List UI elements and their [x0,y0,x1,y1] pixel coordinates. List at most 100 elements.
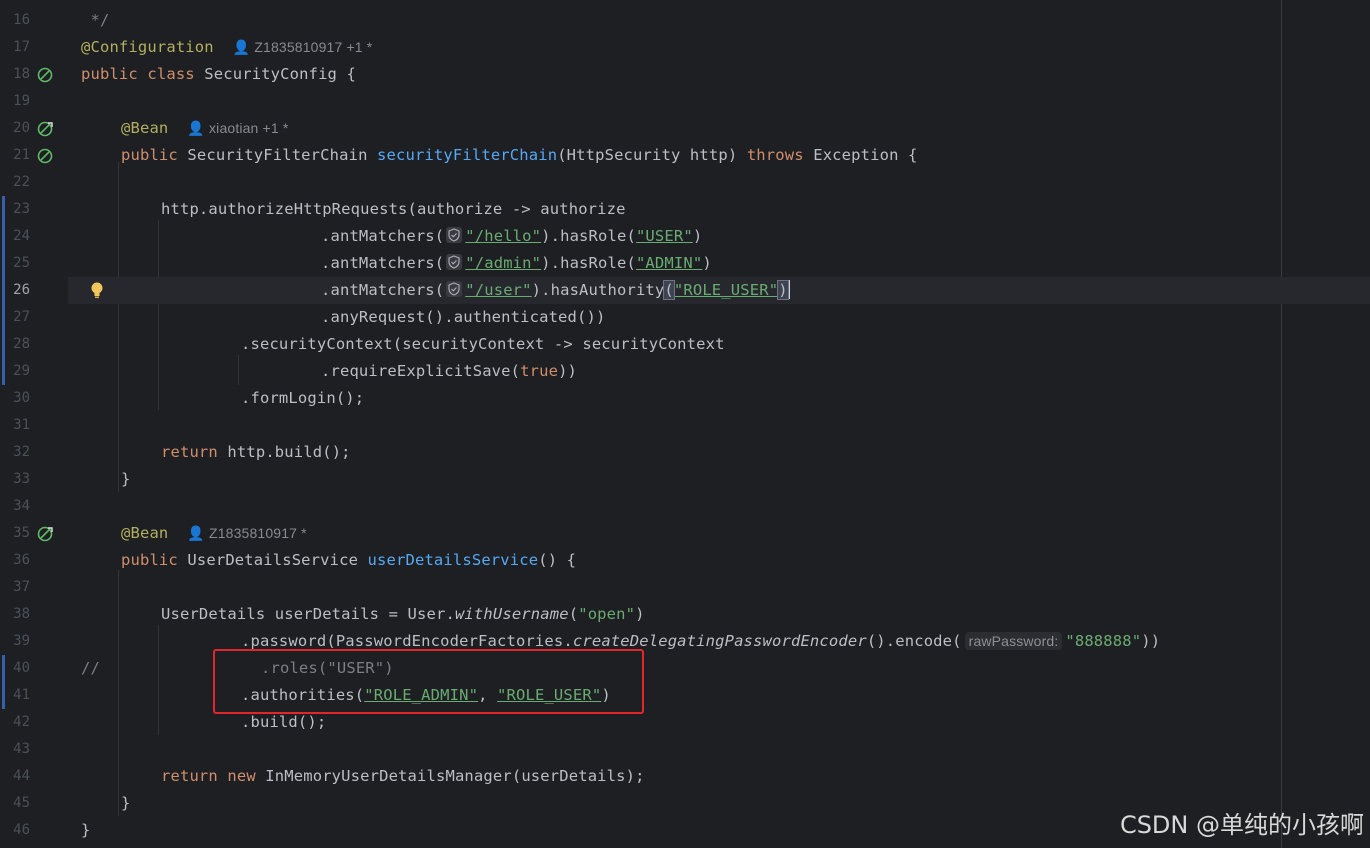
line-number[interactable]: 30 [0,385,30,412]
role-string[interactable]: "ADMIN" [636,254,702,272]
line-number[interactable]: 36 [0,547,30,574]
code-line[interactable]: 28 .securityContext(securityContext -> s… [0,331,1370,358]
params: (HttpSecurity http) [557,146,738,164]
code-line[interactable]: 43 [0,736,1370,763]
author-name: xiaotian +1 * [209,120,289,136]
lightbulb-intention-icon[interactable] [89,281,105,301]
code-line[interactable]: 36 public UserDetailsService userDetails… [0,547,1370,574]
line-number[interactable]: 43 [0,736,30,763]
code-line[interactable]: 31 [0,412,1370,439]
code-text: .anyRequest().authenticated()) [321,308,606,326]
author-inlay[interactable]: 👤 xiaotian +1 * [187,120,288,136]
code-line[interactable]: 21 public SecurityFilterChain securityFi… [0,142,1370,169]
url-string[interactable]: "/admin" [465,254,541,272]
code-line[interactable]: 34 [0,493,1370,520]
type-name: UserDetailsService [177,551,368,569]
code-line[interactable]: 22 [0,169,1370,196]
code-line[interactable]: 33 } [0,466,1370,493]
annotation: @Bean [121,524,169,542]
line-number[interactable]: 22 [0,169,30,196]
line-number[interactable]: 41 [0,682,30,709]
code-text: } [81,821,91,839]
line-number[interactable]: 42 [0,709,30,736]
code-line[interactable]: 42 .build(); [0,709,1370,736]
line-number[interactable]: 21 [0,142,30,169]
line-number[interactable]: 45 [0,790,30,817]
code-line[interactable]: 40 // .roles("USER") [0,655,1370,682]
code-line[interactable]: 23 http.authorizeHttpRequests(authorize … [0,196,1370,223]
code-text: ).hasRole( [541,227,636,245]
line-number[interactable]: 16 [0,7,30,34]
line-number[interactable]: 29 [0,358,30,385]
line-number[interactable]: 25 [0,250,30,277]
line-number[interactable]: 33 [0,466,30,493]
keyword: public [121,551,178,569]
code-line[interactable]: 38 UserDetails userDetails = User.withUs… [0,601,1370,628]
string-literal: "open" [578,605,636,623]
code-line[interactable]: 37 [0,574,1370,601]
code-text: } [121,470,131,488]
line-number[interactable]: 32 [0,439,30,466]
code-line[interactable]: 41 .authorities("ROLE_ADMIN", "ROLE_USER… [0,682,1370,709]
spring-bean-icon[interactable] [37,148,55,164]
keyword: true [520,362,559,380]
shield-icon[interactable] [446,227,463,243]
line-number[interactable]: 34 [0,493,30,520]
author-name: Z1835810917 +1 * [254,39,373,55]
line-number[interactable]: 26 [0,277,30,304]
code-text: ) [702,254,712,272]
code-text: .requireExplicitSave( [321,362,521,380]
line-number[interactable]: 20 [0,115,30,142]
line-number[interactable]: 35 [0,520,30,547]
text-caret [787,280,790,299]
author-inlay[interactable]: 👤 Z1835810917 +1 * [233,39,373,55]
comment-text: */ [81,11,110,29]
line-number[interactable]: 17 [0,34,30,61]
code-text: )) [1141,632,1161,650]
keyword: throws [746,146,804,164]
line-number[interactable]: 18 [0,61,30,88]
line-number[interactable]: 27 [0,304,30,331]
method-name: userDetailsService [367,551,539,569]
role-string[interactable]: "ROLE_USER" [674,281,778,299]
line-number[interactable]: 37 [0,574,30,601]
code-line[interactable]: 27 .anyRequest().authenticated()) [0,304,1370,331]
shield-icon[interactable] [446,254,463,270]
code-line[interactable]: 18 public class SecurityConfig { [0,61,1370,88]
line-number[interactable]: 44 [0,763,30,790]
line-number[interactable]: 23 [0,196,30,223]
keyword: public [121,146,178,164]
code-line[interactable]: 19 [0,88,1370,115]
line-number[interactable]: 40 [0,655,30,682]
code-line[interactable]: 39 .password(PasswordEncoderFactories.cr… [0,628,1370,655]
spring-bean-icon[interactable] [37,67,55,83]
spring-bean-navigate-icon[interactable] [37,121,55,137]
shield-icon[interactable] [446,281,463,297]
code-text: UserDetails userDetails = User. [161,605,455,623]
code-line[interactable]: 17 @Configuration 👤 Z1835810917 +1 * [0,34,1370,61]
annotation: @Configuration [81,38,214,56]
spring-bean-navigate-icon[interactable] [37,526,55,542]
code-line[interactable]: 16 */ [0,7,1370,34]
line-number[interactable]: 19 [0,88,30,115]
role-string[interactable]: "USER" [636,227,693,245]
code-line[interactable]: 30 .formLogin(); [0,385,1370,412]
code-line[interactable]: 29 .requireExplicitSave(true)) [0,358,1370,385]
code-line[interactable]: 24 .antMatchers("/hello").hasRole("USER"… [0,223,1370,250]
code-line[interactable]: 44 return new InMemoryUserDetailsManager… [0,763,1370,790]
line-number[interactable]: 46 [0,817,30,844]
line-number[interactable]: 24 [0,223,30,250]
line-number[interactable]: 31 [0,412,30,439]
method-name: securityFilterChain [377,146,558,164]
code-line[interactable]: 20 @Bean 👤 xiaotian +1 * [0,115,1370,142]
author-inlay[interactable]: 👤 Z1835810917 * [187,525,306,541]
code-line-current[interactable]: 26 .antMatchers("/user").hasAuthority("R… [0,277,1370,304]
code-line[interactable]: 25 .antMatchers("/admin").hasRole("ADMIN… [0,250,1370,277]
code-line[interactable]: 32 return http.build(); [0,439,1370,466]
line-number[interactable]: 28 [0,331,30,358]
line-number[interactable]: 39 [0,628,30,655]
url-string[interactable]: "/hello" [465,227,541,245]
code-line[interactable]: 35 @Bean 👤 Z1835810917 * [0,520,1370,547]
line-number[interactable]: 38 [0,601,30,628]
url-string[interactable]: "/user" [465,281,531,299]
